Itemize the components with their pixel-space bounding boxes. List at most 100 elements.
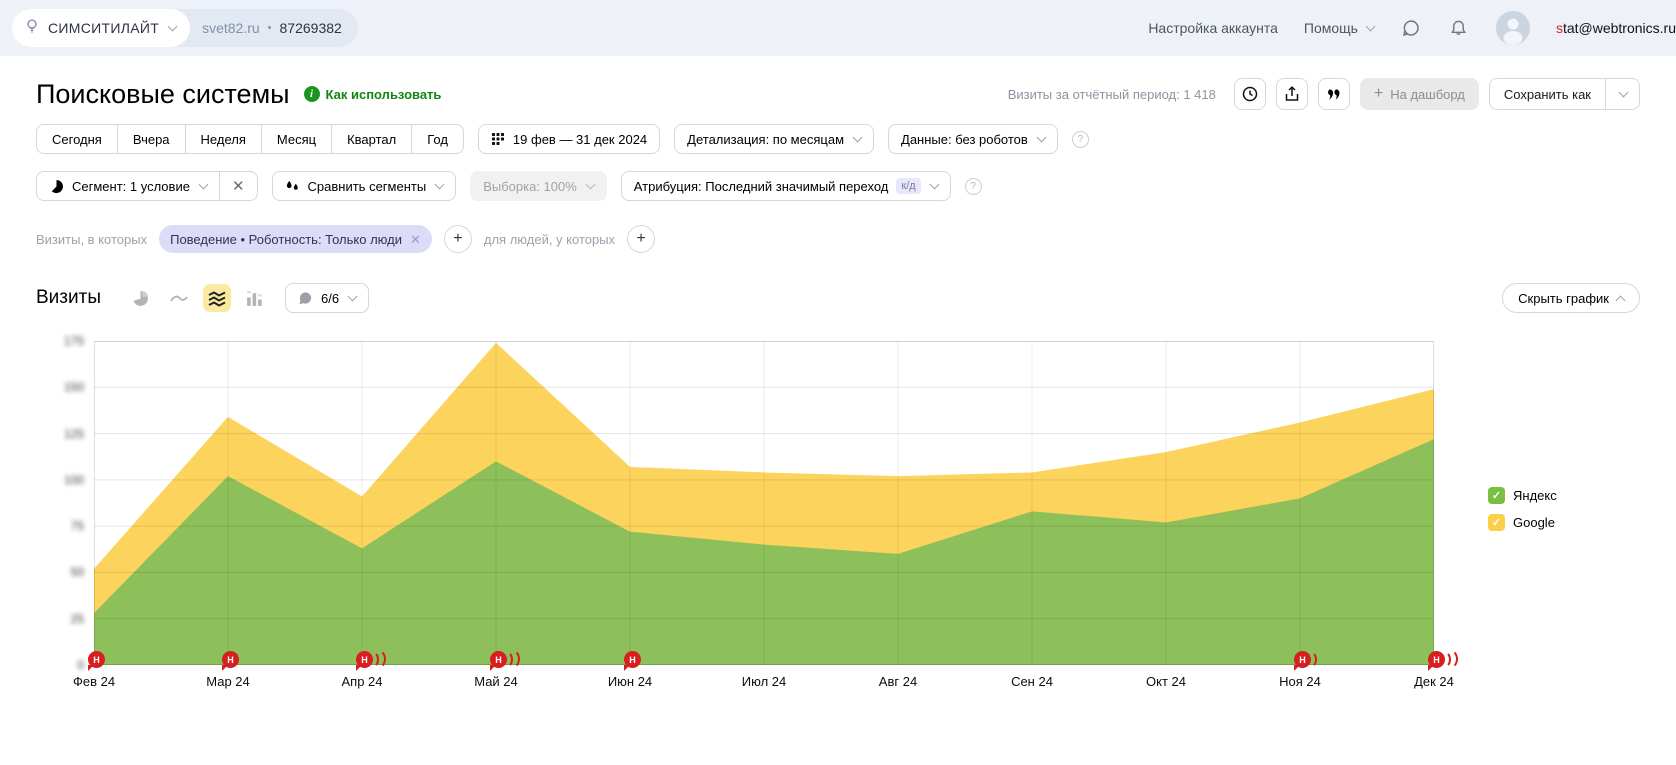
- compare-segments-label: Сравнить сегменты: [308, 179, 427, 194]
- counter-id: 87269382: [280, 20, 342, 36]
- period-tab-4[interactable]: Квартал: [331, 124, 412, 154]
- annotation-badge[interactable]: Н: [222, 651, 239, 668]
- attribution-kd-badge: к/д: [896, 178, 920, 194]
- annotation-badge[interactable]: Н: [490, 651, 507, 668]
- y-tick-label: 50: [54, 565, 84, 579]
- counter-pill[interactable]: СИМСИТИЛАЙТ: [12, 9, 190, 47]
- legend-item-yandex[interactable]: ✓ Яндекс: [1488, 487, 1557, 504]
- segment-dropdown[interactable]: Сегмент: 1 условие: [36, 171, 220, 201]
- email-first-letter: s: [1556, 20, 1563, 36]
- data-mode-dropdown[interactable]: Данные: без роботов: [888, 124, 1058, 154]
- info-icon: i: [304, 86, 320, 102]
- help-question-icon[interactable]: ?: [1072, 131, 1089, 148]
- annotation-badge[interactable]: Н: [1294, 651, 1311, 668]
- hide-chart-button[interactable]: Скрыть график: [1502, 283, 1640, 313]
- remove-chip-icon[interactable]: ✕: [410, 233, 421, 246]
- chevron-down-icon: [585, 180, 595, 190]
- for-people-label: для людей, у которых: [484, 232, 615, 247]
- annotation-badge[interactable]: Н: [356, 651, 373, 668]
- page-title: Поисковые системы: [36, 79, 290, 110]
- attribution-dropdown[interactable]: Атрибуция: Последний значимый переход к/…: [621, 171, 951, 201]
- top-bar: СИМСИТИЛАЙТ svet82.ru • 87269382 Настрой…: [0, 0, 1676, 56]
- save-as-group: Сохранить как: [1489, 78, 1640, 110]
- user-email[interactable]: stat@webtronics.ru: [1556, 20, 1676, 36]
- help-question-icon[interactable]: ?: [965, 178, 982, 195]
- help-menu[interactable]: Помощь: [1304, 20, 1374, 36]
- x-tick-label: Фев 24: [73, 674, 115, 689]
- history-clock-button[interactable]: [1234, 78, 1266, 110]
- annotations-toggle-button[interactable]: 6/6: [285, 283, 369, 313]
- segment-filter-row: Сегмент: 1 условие ✕ Сравнить сегменты В…: [36, 171, 1640, 201]
- stacked-area-chart-type-icon[interactable]: [203, 284, 231, 312]
- save-as-caret-button[interactable]: [1605, 79, 1639, 109]
- segment-label: Сегмент: 1 условие: [72, 179, 190, 194]
- legend-label: Яндекс: [1513, 488, 1557, 503]
- how-to-use-label: Как использовать: [326, 87, 442, 102]
- chart-header: Визиты: [36, 283, 1640, 313]
- report-main: Поисковые системы i Как использовать Виз…: [0, 78, 1676, 727]
- export-button[interactable]: [1276, 78, 1308, 110]
- avatar[interactable]: [1496, 11, 1530, 45]
- droplets-icon: [285, 179, 300, 194]
- detalization-label: Детализация: по месяцам: [687, 132, 844, 147]
- legend-checkbox[interactable]: ✓: [1488, 487, 1505, 504]
- comment-bubble-icon: [298, 291, 313, 306]
- period-tab-1[interactable]: Вчера: [117, 124, 186, 154]
- legend-checkbox[interactable]: ✓: [1488, 514, 1505, 531]
- how-to-use-link[interactable]: i Как использовать: [304, 86, 442, 102]
- visits-chart: 0255075100125150175 Фев 24Мар 24Апр 24Ма…: [36, 327, 1640, 727]
- visits-period-summary: Визиты за отчётный период: 1 418: [1008, 87, 1216, 102]
- annotations-quotes-button[interactable]: [1318, 78, 1350, 110]
- add-people-condition-button[interactable]: +: [627, 225, 655, 253]
- feedback-chat-icon[interactable]: [1400, 17, 1422, 39]
- segment-clear-button[interactable]: ✕: [219, 171, 258, 201]
- detalization-dropdown[interactable]: Детализация: по месяцам: [674, 124, 874, 154]
- to-dashboard-button[interactable]: + На дашборд: [1360, 78, 1479, 110]
- to-dashboard-label: На дашборд: [1390, 87, 1465, 102]
- plot-area[interactable]: [94, 341, 1434, 670]
- x-tick-label: Июл 24: [742, 674, 786, 689]
- sampling-label: Выборка: 100%: [483, 179, 577, 194]
- chevron-up-icon: [1616, 295, 1626, 305]
- line-chart-type-icon[interactable]: [165, 284, 193, 312]
- compare-segments-dropdown[interactable]: Сравнить сегменты: [272, 171, 457, 201]
- x-tick-label: Мар 24: [206, 674, 250, 689]
- dot-separator: •: [268, 22, 272, 34]
- y-tick-label: 125: [54, 427, 84, 441]
- column-chart-type-icon[interactable]: [241, 284, 269, 312]
- period-tab-2[interactable]: Неделя: [185, 124, 262, 154]
- hide-chart-label: Скрыть график: [1518, 291, 1609, 306]
- bulb-icon: [24, 18, 40, 39]
- title-actions: Визиты за отчётный период: 1 418 + На: [1008, 78, 1640, 110]
- period-tab-0[interactable]: Сегодня: [36, 124, 118, 154]
- x-tick-label: Дек 24: [1414, 674, 1454, 689]
- x-tick-label: Ноя 24: [1279, 674, 1321, 689]
- robots-filter-chip[interactable]: Поведение • Роботность: Только люди ✕: [159, 225, 432, 253]
- period-tabs: СегодняВчераНеделяМесяцКварталГод: [36, 124, 464, 154]
- legend-item-google[interactable]: ✓Google: [1488, 514, 1557, 531]
- chip-label: Поведение • Роботность: Только люди: [170, 232, 402, 247]
- annotation-badge[interactable]: Н: [1428, 651, 1445, 668]
- chevron-down-icon: [168, 22, 178, 32]
- pie-chart-type-icon[interactable]: [127, 284, 155, 312]
- period-tab-5[interactable]: Год: [411, 124, 464, 154]
- x-tick-label: Окт 24: [1146, 674, 1186, 689]
- add-visit-condition-button[interactable]: +: [444, 225, 472, 253]
- stacked-area-svg[interactable]: [94, 341, 1434, 665]
- annotation-badge[interactable]: Н: [88, 651, 105, 668]
- account-settings-link[interactable]: Настройка аккаунта: [1148, 20, 1278, 36]
- save-as-button[interactable]: Сохранить как: [1490, 79, 1605, 109]
- y-tick-label: 0: [54, 658, 84, 672]
- sampling-dropdown[interactable]: Выборка: 100%: [470, 171, 607, 201]
- date-range-button[interactable]: 19 фев — 31 дек 2024: [478, 124, 660, 154]
- notifications-bell-icon[interactable]: [1448, 17, 1470, 39]
- visits-in-which-label: Визиты, в которых: [36, 232, 147, 247]
- site-domain: svet82.ru: [202, 20, 260, 36]
- period-tab-3[interactable]: Месяц: [261, 124, 332, 154]
- x-tick-label: Июн 24: [608, 674, 652, 689]
- x-tick-label: Сен 24: [1011, 674, 1053, 689]
- chart-metric-title: Визиты: [36, 287, 101, 309]
- annotation-badge-arc: [1440, 649, 1458, 669]
- annotation-badge[interactable]: Н: [624, 651, 641, 668]
- counter-switcher[interactable]: СИМСИТИЛАЙТ svet82.ru • 87269382: [12, 9, 358, 47]
